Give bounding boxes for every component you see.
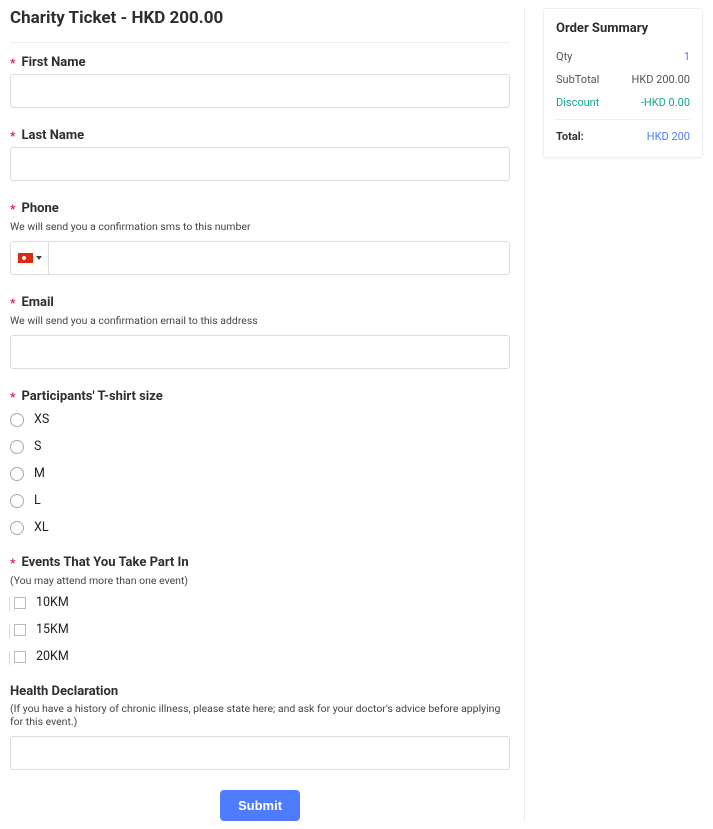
order-summary-card: Order Summary Qty 1 SubTotal HKD 200.00 … — [543, 8, 703, 158]
required-icon: * — [10, 556, 15, 570]
required-icon: * — [10, 56, 15, 70]
option-label: XL — [34, 520, 49, 535]
field-last-name: * Last Name — [10, 128, 510, 181]
radio-s[interactable]: S — [10, 439, 510, 454]
label-row: * Participants' T-shirt size — [10, 389, 510, 404]
required-icon: * — [10, 390, 15, 404]
checkbox-icon — [14, 624, 26, 636]
qty-label: Qty — [556, 50, 572, 63]
email-label: Email — [21, 295, 53, 310]
discount-value: -HKD 0.00 — [641, 96, 690, 109]
phone-row — [10, 241, 510, 275]
radio-icon — [10, 413, 24, 427]
radio-xl[interactable]: XL — [10, 520, 510, 535]
phone-input[interactable] — [48, 241, 510, 275]
subtotal-value: HKD 200.00 — [631, 73, 690, 86]
radio-icon — [10, 521, 24, 535]
radio-icon — [10, 467, 24, 481]
total-label: Total: — [556, 130, 584, 143]
label-row: * Email — [10, 295, 510, 310]
form-column: Charity Ticket - HKD 200.00 * First Name… — [10, 8, 525, 821]
health-input[interactable] — [10, 736, 510, 770]
phone-help: We will send you a confirmation sms to t… — [10, 220, 510, 233]
radio-l[interactable]: L — [10, 493, 510, 508]
submit-button[interactable]: Submit — [220, 790, 300, 821]
option-label: M — [34, 466, 45, 481]
radio-icon — [10, 440, 24, 454]
radio-xs[interactable]: XS — [10, 412, 510, 427]
submit-row: Submit — [10, 790, 510, 821]
events-label: Events That You Take Part In — [21, 555, 188, 570]
field-email: * Email We will send you a confirmation … — [10, 295, 510, 369]
label-row: * Last Name — [10, 128, 510, 143]
total-value: HKD 200 — [647, 130, 690, 143]
required-icon: * — [10, 296, 15, 310]
phone-label: Phone — [21, 201, 58, 216]
tshirt-label: Participants' T-shirt size — [21, 389, 162, 404]
required-icon: * — [10, 202, 15, 216]
order-row-total: Total: HKD 200 — [556, 119, 690, 143]
field-health: Health Declaration (If you have a histor… — [10, 684, 510, 770]
checkbox-icon — [14, 651, 26, 663]
subtotal-label: SubTotal — [556, 73, 599, 86]
option-label: L — [34, 493, 41, 508]
field-tshirt: * Participants' T-shirt size XS S M L XL — [10, 389, 510, 535]
qty-value: 1 — [684, 50, 690, 63]
first-name-label: First Name — [21, 55, 85, 70]
field-phone: * Phone We will send you a confirmation … — [10, 201, 510, 275]
checkbox-icon — [14, 597, 26, 609]
option-label: 10KM — [36, 595, 69, 610]
required-icon: * — [10, 129, 15, 143]
radio-m[interactable]: M — [10, 466, 510, 481]
checkbox-15km[interactable]: 15KM — [10, 622, 510, 637]
option-label: 15KM — [36, 622, 69, 637]
order-row-discount: Discount -HKD 0.00 — [556, 96, 690, 109]
last-name-input[interactable] — [10, 147, 510, 181]
health-label: Health Declaration — [10, 684, 510, 699]
order-row-subtotal: SubTotal HKD 200.00 — [556, 73, 690, 86]
first-name-input[interactable] — [10, 74, 510, 108]
country-code-select[interactable] — [10, 241, 48, 275]
option-label: XS — [34, 412, 49, 427]
email-input[interactable] — [10, 335, 510, 369]
form-title: Charity Ticket - HKD 200.00 — [10, 8, 510, 28]
order-row-qty: Qty 1 — [556, 50, 690, 63]
order-summary-column: Order Summary Qty 1 SubTotal HKD 200.00 … — [543, 8, 703, 158]
label-row: * First Name — [10, 55, 510, 70]
events-help: (You may attend more than one event) — [10, 574, 510, 587]
last-name-label: Last Name — [21, 128, 84, 143]
checkbox-10km[interactable]: 10KM — [10, 595, 510, 610]
label-row: * Phone — [10, 201, 510, 216]
chevron-down-icon — [36, 256, 42, 260]
label-row: * Events That You Take Part In — [10, 555, 510, 570]
discount-label: Discount — [556, 96, 599, 109]
checkbox-20km[interactable]: 20KM — [10, 649, 510, 664]
option-label: S — [34, 439, 41, 454]
divider — [10, 42, 510, 43]
option-label: 20KM — [36, 649, 69, 664]
flag-hk-icon — [18, 253, 33, 263]
field-events: * Events That You Take Part In (You may … — [10, 555, 510, 664]
field-first-name: * First Name — [10, 55, 510, 108]
health-help: (If you have a history of chronic illnes… — [10, 702, 510, 728]
radio-icon — [10, 494, 24, 508]
order-summary-title: Order Summary — [556, 21, 690, 36]
email-help: We will send you a confirmation email to… — [10, 314, 510, 327]
